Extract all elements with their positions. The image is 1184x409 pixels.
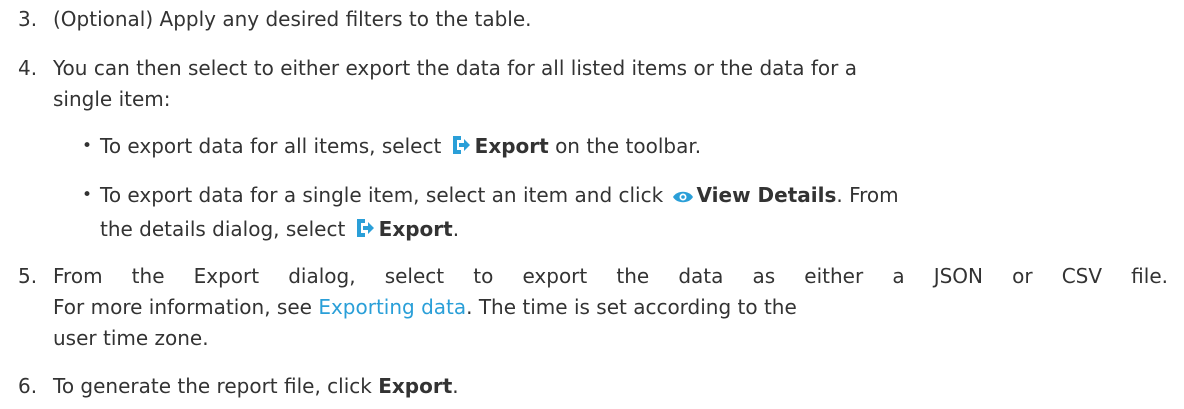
bullet-text-line2-post: .: [452, 217, 460, 241]
bullet-text-post: on the toolbar.: [555, 134, 702, 158]
step-6: 6. To generate the report file, click Ex…: [18, 371, 1168, 402]
export-icon: [354, 217, 376, 248]
step-5: 5. From the Export dialog, select to exp…: [18, 261, 1168, 354]
step-text: You can then select to either export the…: [53, 53, 1168, 115]
document: 3. (Optional) Apply any desired filters …: [0, 0, 1184, 409]
export-label: Export: [378, 374, 453, 398]
step-text-line2-pre: For more information, see: [53, 295, 312, 319]
step-text: (Optional) Apply any desired filters to …: [53, 7, 532, 31]
bullet-export-all: • To export data for all items, select E…: [82, 131, 1172, 165]
step-text-line1: From the Export dialog, select to export…: [53, 264, 1168, 288]
step-number: 5.: [18, 264, 38, 288]
step-text: To generate the report file, click Expor…: [53, 371, 1168, 402]
step-number: 3.: [18, 7, 38, 31]
step-text-line2: For more information, see Exporting data…: [53, 292, 1168, 323]
bullet-dot: •: [82, 136, 93, 156]
step-text-pre: To generate the report file, click: [53, 374, 372, 398]
export-label: Export: [474, 134, 549, 158]
bullet-dot: •: [82, 185, 93, 205]
step-text-post: .: [452, 374, 459, 398]
export-label: Export: [378, 217, 453, 241]
bullet-text-post: . From: [836, 183, 899, 207]
export-icon: [450, 134, 472, 165]
step-text: From the Export dialog, select to export…: [53, 261, 1168, 354]
step-4: 4. You can then select to either export …: [18, 53, 1168, 115]
eye-icon: [672, 183, 694, 214]
step-3: 3. (Optional) Apply any desired filters …: [18, 4, 1168, 35]
step-number: 6.: [18, 374, 38, 398]
bullet-text-pre: To export data for all items, select: [100, 134, 442, 158]
view-details-label: View Details: [696, 183, 837, 207]
exporting-data-link[interactable]: Exporting data: [318, 295, 466, 319]
step-text-line2: single item:: [53, 87, 171, 111]
bullet-text-pre: To export data for a single item, select…: [100, 183, 664, 207]
bullet-export-single: • To export data for a single item, sele…: [82, 180, 1172, 248]
step-text-line3: user time zone.: [53, 326, 209, 350]
step-text-line2-post: . The time is set according to the: [466, 295, 797, 319]
bullet-text-line2-pre: the details dialog, select: [100, 217, 346, 241]
step-number: 4.: [18, 56, 38, 80]
step-text-line1: You can then select to either export the…: [53, 56, 857, 80]
